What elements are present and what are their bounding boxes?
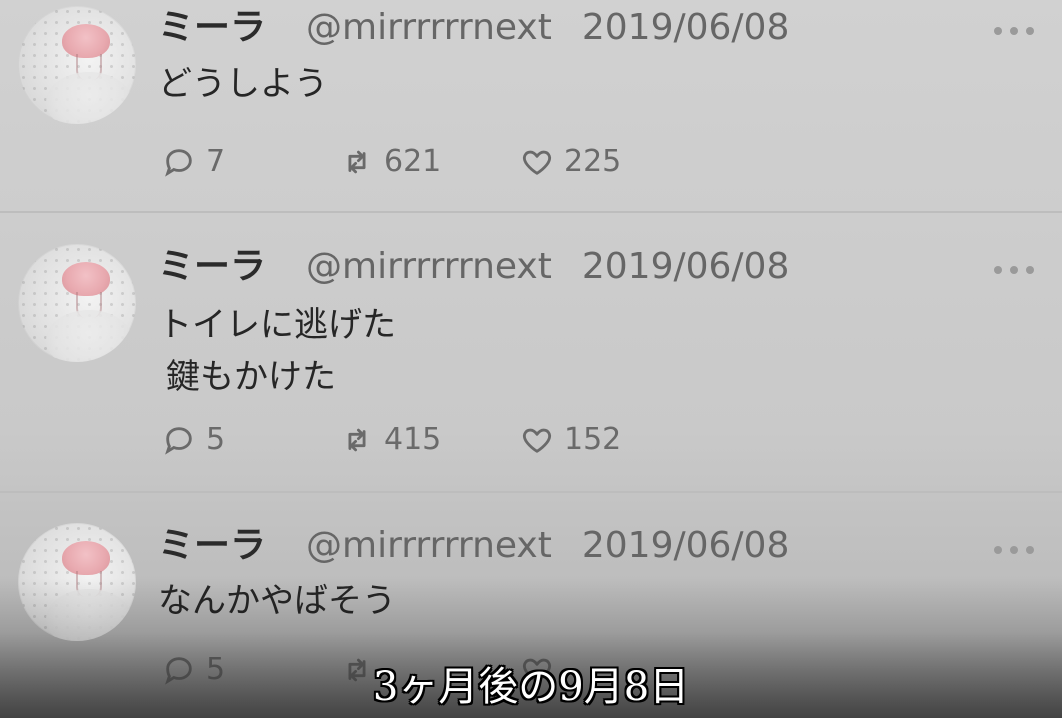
tweet-text-line: 鍵もかけた — [166, 357, 336, 397]
tweet[interactable]: ミーラ @mirrrrrrnext 2019/06/08 どうしよう 7 621… — [0, 0, 1062, 213]
heart-icon — [518, 421, 556, 459]
heart-icon — [518, 651, 556, 689]
more-dot — [994, 27, 1002, 35]
more-icon[interactable] — [994, 265, 1034, 275]
retweet-icon — [338, 143, 376, 181]
tweet[interactable]: ミーラ @mirrrrrrnext 2019/06/08 なんかやばそう 5 — [0, 493, 1062, 718]
tweet-date[interactable]: 2019/06/08 — [582, 7, 790, 48]
avatar[interactable] — [18, 6, 136, 124]
retweet-icon — [338, 651, 376, 689]
like-count: 152 — [564, 422, 622, 457]
display-name[interactable]: ミーラ — [158, 525, 266, 566]
tweet[interactable]: ミーラ @mirrrrrrnext 2019/06/08 トイレに逃げた 鍵もかけた — [0, 213, 1062, 493]
retweet-button[interactable]: 415 — [338, 418, 441, 462]
avatar-chin — [46, 589, 132, 641]
tweet-actions: 5 415 152 — [160, 418, 660, 462]
avatar-nose — [62, 541, 110, 575]
like-button[interactable]: 152 — [518, 418, 621, 462]
avatar-chin — [46, 72, 132, 124]
more-dot — [994, 266, 1002, 274]
like-count: 225 — [564, 144, 622, 179]
tweet-actions: 5 — [160, 648, 660, 692]
retweet-icon — [338, 421, 376, 459]
reply-button[interactable]: 7 — [160, 140, 225, 184]
like-button[interactable] — [518, 648, 564, 692]
reply-icon — [160, 421, 198, 459]
reply-icon — [160, 143, 198, 181]
tweet-actions: 7 621 225 — [160, 140, 660, 184]
avatar-chin — [46, 310, 132, 362]
tweet-date[interactable]: 2019/06/08 — [582, 246, 790, 287]
more-dot — [1010, 266, 1018, 274]
tweet-header: ミーラ @mirrrrrrnext 2019/06/08 — [158, 6, 789, 50]
user-handle[interactable]: @mirrrrrrnext — [306, 7, 552, 48]
avatar[interactable] — [18, 244, 136, 362]
avatar-nose — [62, 24, 110, 58]
retweet-button[interactable] — [338, 648, 384, 692]
reply-button[interactable]: 5 — [160, 418, 225, 462]
user-handle[interactable]: @mirrrrrrnext — [306, 525, 552, 566]
more-dot — [1026, 266, 1034, 274]
more-dot — [1026, 546, 1034, 554]
tweet-text: なんかやばそう — [158, 575, 396, 627]
display-name[interactable]: ミーラ — [158, 7, 266, 48]
heart-icon — [518, 143, 556, 181]
tweet-text: どうしよう — [158, 58, 328, 110]
tweet-text-line: どうしよう — [158, 64, 328, 104]
display-name[interactable]: ミーラ — [158, 246, 266, 287]
avatar[interactable] — [18, 523, 136, 641]
more-icon[interactable] — [994, 26, 1034, 36]
tweet-text-line: トイレに逃げた — [158, 305, 396, 345]
reply-count: 5 — [206, 422, 226, 457]
more-dot — [994, 546, 1002, 554]
reply-count: 5 — [206, 652, 226, 687]
tweet-text-line: なんかやばそう — [158, 581, 396, 621]
reply-icon — [160, 651, 198, 689]
timeline: ミーラ @mirrrrrrnext 2019/06/08 どうしよう 7 621… — [0, 0, 1062, 718]
tweet-header: ミーラ @mirrrrrrnext 2019/06/08 — [158, 524, 789, 568]
tweet-date[interactable]: 2019/06/08 — [582, 525, 790, 566]
retweet-button[interactable]: 621 — [338, 140, 441, 184]
more-icon[interactable] — [994, 545, 1034, 555]
retweet-count: 621 — [384, 144, 442, 179]
tweet-header: ミーラ @mirrrrrrnext 2019/06/08 — [158, 245, 789, 289]
page: ミーラ @mirrrrrrnext 2019/06/08 どうしよう 7 621… — [0, 0, 1062, 718]
more-dot — [1010, 27, 1018, 35]
reply-count: 7 — [206, 144, 226, 179]
avatar-nose — [62, 262, 110, 296]
user-handle[interactable]: @mirrrrrrnext — [306, 246, 552, 287]
like-button[interactable]: 225 — [518, 140, 621, 184]
more-dot — [1026, 27, 1034, 35]
retweet-count: 415 — [384, 422, 442, 457]
tweet-text: トイレに逃げた 鍵もかけた — [158, 299, 396, 403]
more-dot — [1010, 546, 1018, 554]
reply-button[interactable]: 5 — [160, 648, 225, 692]
